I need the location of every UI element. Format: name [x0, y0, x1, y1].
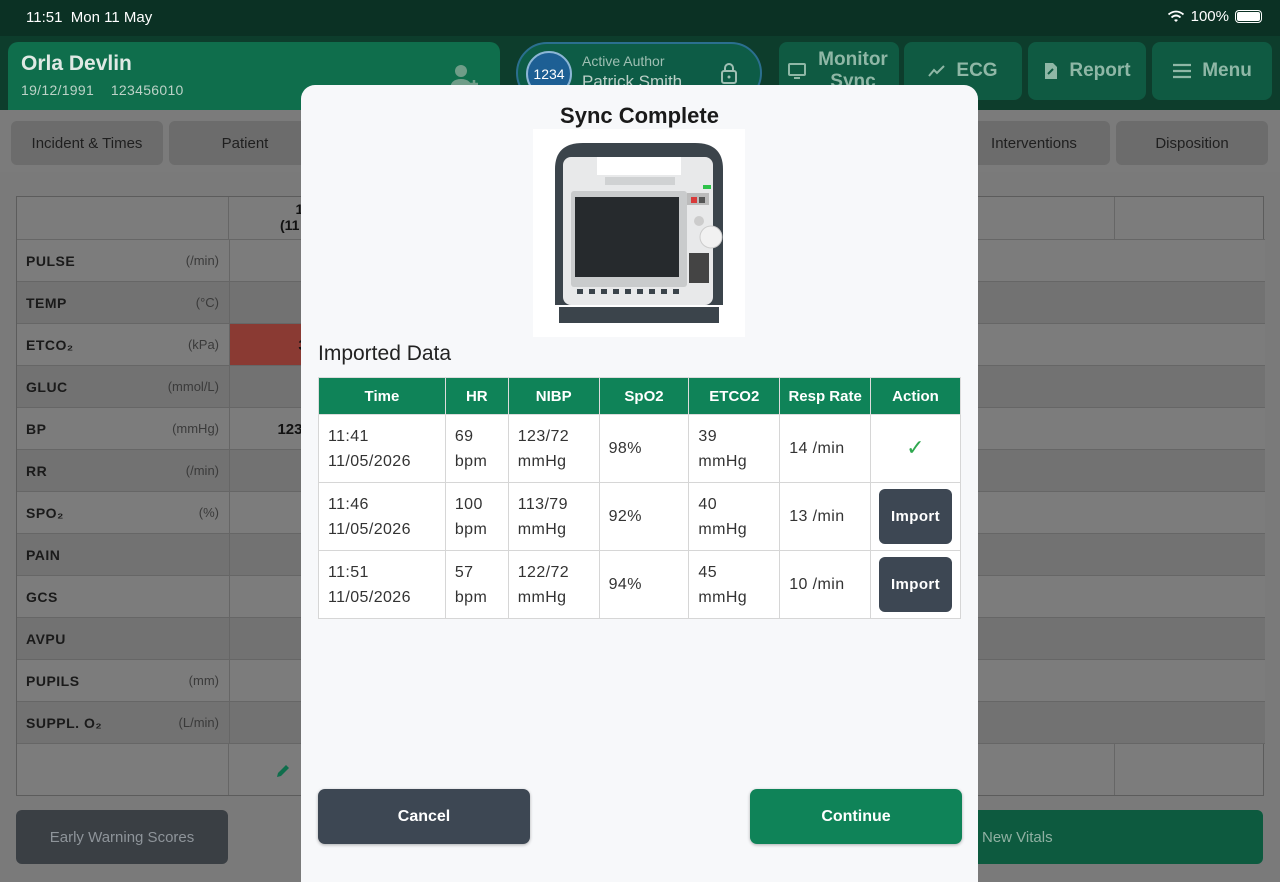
status-bar: 11:51 Mon 11 May 100%	[0, 0, 1280, 36]
report-label: Report	[1069, 60, 1131, 81]
vitals-row-label: SUPPL. O₂	[26, 715, 103, 731]
vitals-row-label: RR	[26, 463, 48, 479]
lock-icon	[721, 63, 737, 84]
ecg-icon	[928, 65, 946, 77]
report-icon	[1045, 63, 1058, 79]
vitals-row-label: GCS	[26, 589, 58, 605]
vitals-row-label: BP	[26, 421, 47, 437]
vitals-row-label: AVPU	[26, 631, 66, 647]
app-background: 11:51 Mon 11 May 100% Orla Devlin 19/12/…	[0, 0, 1280, 882]
vitals-row-unit: (/min)	[185, 463, 219, 478]
battery-percent: 100%	[1190, 8, 1229, 25]
cell-nibp: 113/79 mmHg	[507, 482, 600, 551]
vitals-row-unit: (%)	[198, 505, 219, 520]
vitals-row-unit: (/min)	[185, 253, 219, 268]
column-resp-rate: Resp Rate	[779, 377, 872, 415]
tab-interventions[interactable]: Interventions	[958, 121, 1110, 165]
cell-spo2: 92%	[598, 482, 690, 551]
table-row: 11:46 11/05/2026 100 bpm 113/79 mmHg 92% 40…	[318, 482, 961, 551]
vitals-row-unit: (L/min)	[178, 715, 219, 730]
battery-icon	[1235, 10, 1262, 23]
ecg-label: ECG	[956, 60, 998, 81]
cell-action: Import	[870, 482, 961, 551]
tab-patient[interactable]: Patient	[169, 121, 321, 165]
status-time: 11:51 Mon 11 May	[26, 9, 153, 26]
cell-nibp: 123/72 mmHg	[507, 414, 600, 483]
cell-nibp: 122/72 mmHg	[507, 550, 600, 619]
menu-icon	[1173, 63, 1192, 79]
cell-spo2: 98%	[598, 414, 690, 483]
vitals-row-label: PULSE	[26, 253, 76, 269]
cell-action: Import	[870, 550, 961, 619]
tab-incident-times[interactable]: Incident & Times	[11, 121, 163, 165]
import-button[interactable]: Import	[879, 557, 952, 612]
continue-button[interactable]: Continue	[750, 789, 962, 844]
cancel-button[interactable]: Cancel	[318, 789, 530, 844]
imported-data-heading: Imported Data	[318, 342, 452, 365]
vitals-row-unit: (kPa)	[187, 337, 219, 352]
cell-resp-rate: 13 /min	[779, 482, 872, 551]
column-time: Time	[318, 377, 446, 415]
column-action: Action	[870, 377, 961, 415]
monitor-device-image	[533, 129, 745, 337]
import-button[interactable]: Import	[879, 489, 952, 544]
vitals-row-label: SPO₂	[26, 505, 64, 521]
vitals-row-label: TEMP	[26, 295, 67, 311]
status-right: 100%	[1167, 8, 1262, 25]
cell-resp-rate: 10 /min	[779, 550, 872, 619]
wifi-icon	[1167, 10, 1184, 22]
vitals-row-unit: (°C)	[195, 295, 219, 310]
column-etco2: ETCO2	[688, 377, 781, 415]
imported-data-table: Time HR NIBP SpO2 ETCO2 Resp Rate Action…	[318, 377, 961, 619]
vitals-row-label: GLUC	[26, 379, 68, 395]
cell-resp-rate: 14 /min	[779, 414, 872, 483]
cell-spo2: 94%	[598, 550, 690, 619]
cell-hr: 69 bpm	[444, 414, 509, 483]
vitals-row-label: PUPILS	[26, 673, 80, 689]
patient-name: Orla Devlin	[21, 52, 132, 75]
cell-hr: 100 bpm	[444, 482, 509, 551]
sync-complete-dialog: Sync Complete Imported Data Time HR NIBP…	[301, 85, 978, 882]
author-label: Active Author	[582, 53, 665, 69]
table-row: 11:51 11/05/2026 57 bpm 122/72 mmHg 94% 45 m…	[318, 550, 961, 619]
cell-etco2: 45 mmHg	[688, 550, 781, 619]
vitals-row-unit: (mm)	[188, 673, 219, 688]
report-button[interactable]: Report	[1028, 42, 1146, 100]
early-warning-scores-button[interactable]: Early Warning Scores	[16, 810, 228, 864]
monitor-icon	[788, 63, 806, 79]
menu-button[interactable]: Menu	[1152, 42, 1272, 100]
menu-label: Menu	[1202, 60, 1252, 81]
cell-hr: 57 bpm	[444, 550, 509, 619]
cell-time: 11:41 11/05/2026	[318, 414, 446, 483]
vitals-row-label: PAIN	[26, 547, 61, 563]
imported-check-icon: ✓	[906, 434, 925, 460]
vitals-row-unit: (mmol/L)	[167, 379, 219, 394]
cell-time: 11:46 11/05/2026	[318, 482, 446, 551]
table-row: 11:41 11/05/2026 69 bpm 123/72 mmHg 98% 39 m…	[318, 414, 961, 483]
column-nibp: NIBP	[507, 377, 600, 415]
patient-details: 19/12/1991 123456010	[21, 82, 184, 98]
dialog-title: Sync Complete	[560, 103, 719, 128]
vitals-row-unit: (mmHg)	[172, 421, 219, 436]
table-header-row: Time HR NIBP SpO2 ETCO2 Resp Rate Action	[318, 377, 961, 415]
vitals-row-label: ETCO₂	[26, 337, 74, 353]
cell-time: 11:51 11/05/2026	[318, 550, 446, 619]
cell-etco2: 40 mmHg	[688, 482, 781, 551]
cell-etco2: 39 mmHg	[688, 414, 781, 483]
new-vitals-button[interactable]: New Vitals	[960, 810, 1263, 864]
column-hr: HR	[444, 377, 509, 415]
pencil-icon[interactable]	[275, 763, 291, 779]
tab-disposition[interactable]: Disposition	[1116, 121, 1268, 165]
cell-action: ✓	[870, 414, 961, 483]
column-spo2: SpO2	[598, 377, 690, 415]
